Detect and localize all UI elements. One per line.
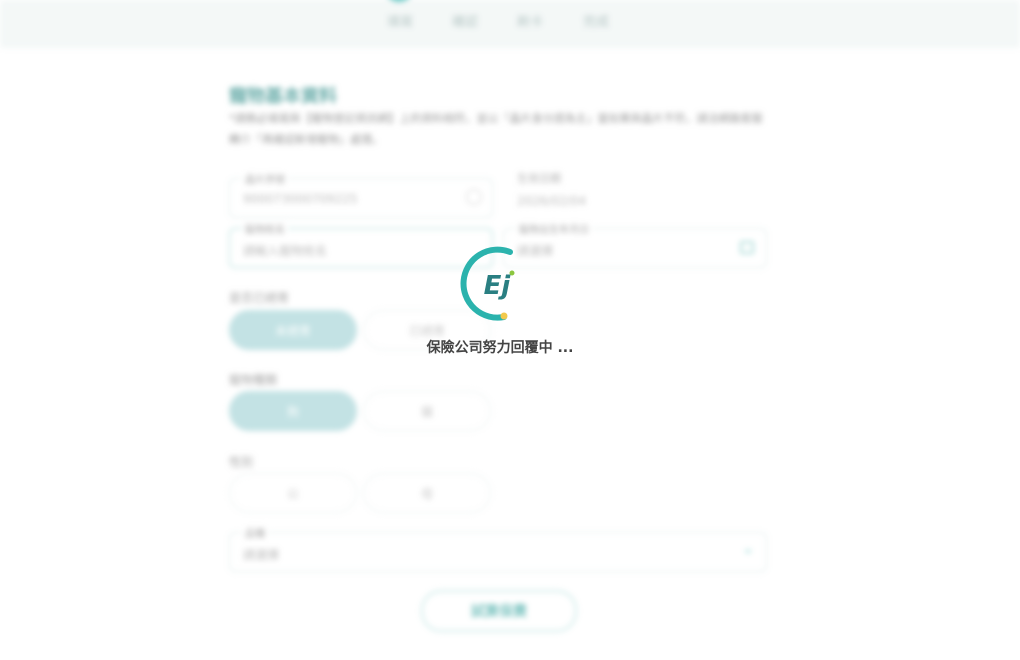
loading-overlay bbox=[0, 0, 1020, 660]
ej-logo-spinner-icon: Ej bbox=[460, 246, 515, 321]
logo-text: Ej bbox=[484, 271, 512, 301]
logo-accent-dot bbox=[509, 270, 515, 276]
spinner-dot bbox=[500, 312, 508, 320]
loading-message: 保險公司努力回覆中 ... bbox=[426, 340, 574, 356]
